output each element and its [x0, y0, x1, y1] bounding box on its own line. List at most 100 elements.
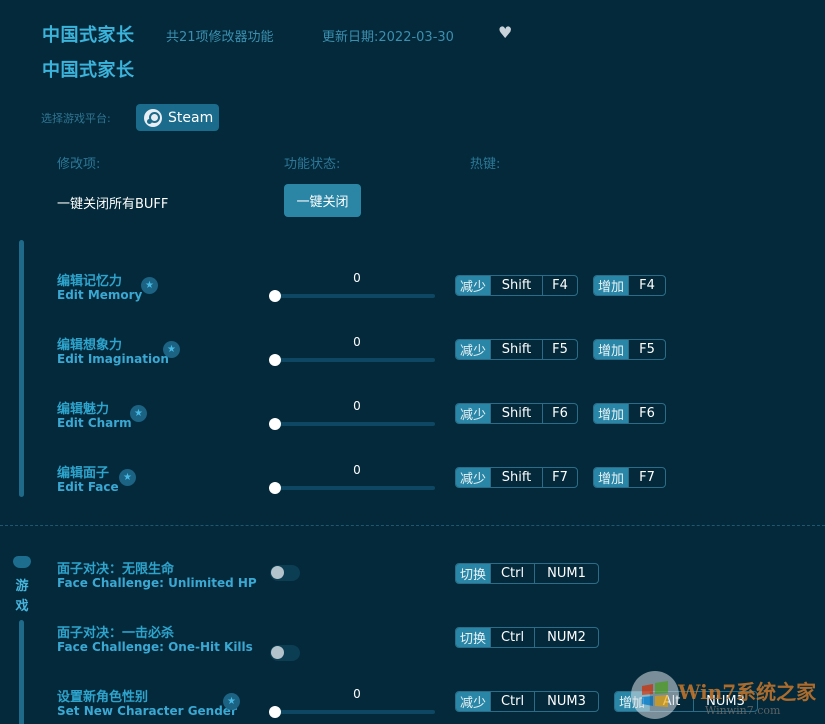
hotkey-key: NUM1	[534, 564, 598, 583]
gamepad-icon	[13, 556, 31, 568]
hotkey-modifier: Shift	[490, 276, 542, 295]
toggle-knob	[271, 566, 284, 579]
one-hit-kills-toggle[interactable]	[270, 645, 300, 661]
item-name-en: Set New Character Gender	[57, 704, 237, 718]
steam-icon	[144, 108, 162, 127]
item-name-cn: 面子对决：无限生命	[57, 562, 175, 577]
heart-icon[interactable]: ♥	[498, 23, 512, 42]
section-divider	[0, 525, 825, 526]
item-name-en: Edit Charm	[57, 416, 132, 430]
close-all-label: 一键关闭所有BUFF	[57, 197, 169, 212]
hotkey-action: 切换	[456, 564, 491, 583]
column-header-item: 修改项:	[57, 157, 101, 172]
item-name-en: Edit Memory	[57, 288, 143, 302]
hotkey-action: 减少	[456, 468, 491, 487]
hotkey-key: F6	[628, 404, 665, 423]
slider-thumb[interactable]	[269, 354, 281, 366]
hotkey-action: 增加	[594, 340, 629, 359]
windows-logo-icon	[631, 671, 679, 719]
hotkey-action: 减少	[456, 276, 491, 295]
hotkey-modifier: Ctrl	[490, 564, 534, 583]
hotkey-action: 增加	[594, 468, 629, 487]
hotkey-decrease[interactable]: 减少 Shift F5	[455, 339, 579, 360]
slider-thumb[interactable]	[269, 706, 281, 718]
slider-value: 0	[353, 687, 361, 701]
platform-name: Steam	[168, 109, 214, 126]
hotkey-action: 增加	[594, 276, 629, 295]
slider-value: 0	[353, 399, 361, 413]
slider-value: 0	[353, 271, 361, 285]
hotkey-key: NUM2	[534, 628, 598, 647]
favorite-star-icon[interactable]: ★	[130, 405, 147, 422]
slider-track[interactable]	[273, 358, 435, 362]
hotkey-modifier: Ctrl	[490, 692, 534, 711]
game-title: 中国式家长	[42, 25, 135, 46]
hotkey-key: F7	[628, 468, 665, 487]
item-name-cn: 设置新角色性别	[57, 690, 149, 705]
hotkey-increase[interactable]: 增加 F5	[593, 339, 667, 360]
close-all-button[interactable]: 一键关闭	[284, 184, 361, 217]
hotkey-modifier: Shift	[490, 404, 542, 423]
item-name-en: Face Challenge: Unlimited HP	[57, 576, 257, 590]
game-tab-char-1: 游	[15, 579, 29, 594]
hotkey-decrease[interactable]: 减少 Ctrl NUM3	[455, 691, 600, 712]
column-header-hotkey: 热键:	[470, 157, 501, 172]
hotkey-action: 切换	[456, 628, 491, 647]
slider-track[interactable]	[273, 486, 435, 490]
hotkey-increase[interactable]: 增加 F4	[593, 275, 667, 296]
hotkey-action: 增加	[594, 404, 629, 423]
hotkey-decrease[interactable]: 减少 Shift F7	[455, 467, 579, 488]
watermark-brand: Win7系统之家	[678, 680, 817, 704]
favorite-star-icon[interactable]: ★	[141, 277, 158, 294]
hotkey-decrease[interactable]: 减少 Shift F6	[455, 403, 579, 424]
steam-platform-button[interactable]: Steam	[136, 104, 219, 131]
toggle-row: 面子对决：无限生命 Face Challenge: Unlimited HP 切…	[0, 0, 825, 590]
hotkey-key: F4	[628, 276, 665, 295]
game-section-bar	[19, 620, 24, 724]
slider-value: 0	[353, 463, 361, 477]
item-name-cn: 编辑魅力	[57, 402, 110, 417]
hotkey-key: F5	[628, 340, 665, 359]
hotkey-decrease[interactable]: 减少 Shift F4	[455, 275, 579, 296]
hotkey-toggle[interactable]: 切换 Ctrl NUM2	[455, 627, 600, 648]
slider-thumb[interactable]	[269, 482, 281, 494]
item-name-cn: 编辑记忆力	[57, 274, 123, 289]
item-name-cn: 编辑面子	[57, 466, 110, 481]
hotkey-action: 减少	[456, 340, 491, 359]
item-name-en: Face Challenge: One-Hit Kills	[57, 640, 253, 654]
hotkey-key: NUM3	[534, 692, 598, 711]
favorite-star-icon[interactable]: ★	[163, 341, 180, 358]
game-subtitle: 中国式家长	[42, 60, 135, 81]
slider-thumb[interactable]	[269, 418, 281, 430]
hotkey-key: F4	[542, 276, 577, 295]
hotkey-modifier: Shift	[490, 468, 542, 487]
hotkey-modifier: Ctrl	[490, 628, 534, 647]
unlimited-hp-toggle[interactable]	[270, 565, 300, 581]
hotkey-key: F5	[542, 340, 577, 359]
hotkey-action: 减少	[456, 404, 491, 423]
item-name-en: Edit Imagination	[57, 352, 169, 366]
hotkey-action: 减少	[456, 692, 491, 711]
hotkey-increase[interactable]: 增加 F7	[593, 467, 667, 488]
section-indicator-bar	[19, 240, 24, 497]
item-name-cn: 面子对决：一击必杀	[57, 626, 175, 641]
update-date: 更新日期:2022-03-30	[322, 30, 454, 45]
hotkey-toggle[interactable]: 切换 Ctrl NUM1	[455, 563, 600, 584]
favorite-star-icon[interactable]: ★	[119, 469, 136, 486]
slider-value: 0	[353, 335, 361, 349]
toggle-knob	[271, 646, 284, 659]
favorite-star-icon[interactable]: ★	[223, 693, 240, 710]
column-header-status: 功能状态:	[284, 157, 341, 172]
item-name-en: Edit Face	[57, 480, 119, 494]
watermark-url: Winwin7.com	[705, 704, 781, 717]
platform-label: 选择游戏平台:	[41, 112, 111, 125]
slider-track[interactable]	[273, 422, 435, 426]
hotkey-key: F7	[542, 468, 577, 487]
slider-track[interactable]	[273, 294, 435, 298]
slider-track[interactable]	[273, 710, 435, 714]
hotkey-increase[interactable]: 增加 F6	[593, 403, 667, 424]
item-name-cn: 编辑想象力	[57, 338, 123, 353]
feature-count: 共21项修改器功能	[166, 30, 274, 45]
slider-thumb[interactable]	[269, 290, 281, 302]
game-tab-label[interactable]: 游 戏	[12, 577, 32, 617]
